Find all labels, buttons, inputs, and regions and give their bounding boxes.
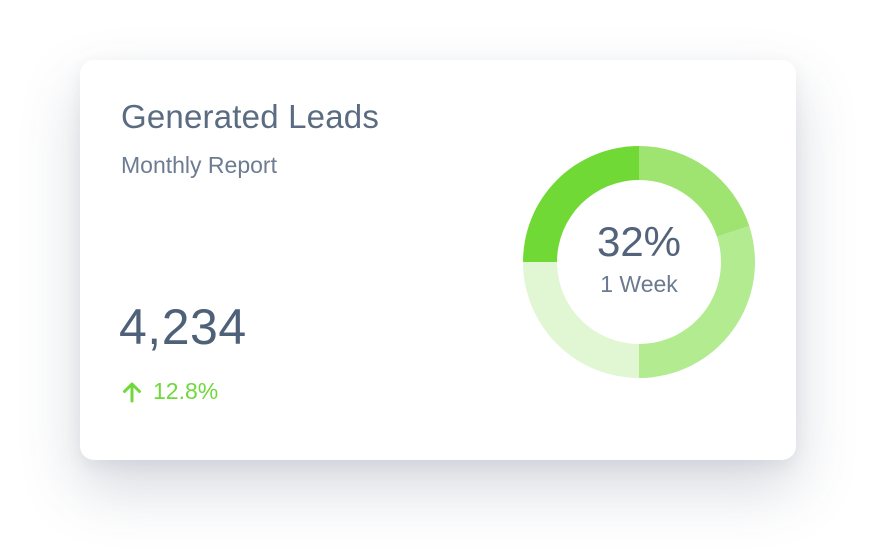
arrow-up-icon [121,381,143,403]
donut-chart: 32% 1 Week [521,144,757,380]
donut-center-label: 1 Week [600,270,678,297]
change-indicator: 12.8% [121,378,218,405]
page-background: Generated Leads Monthly Report 4,234 12.… [0,0,876,560]
total-leads-value: 4,234 [119,299,247,355]
change-value: 12.8% [153,378,219,404]
donut-center: 32% 1 Week [521,144,757,380]
donut-center-value: 32% [596,217,682,265]
leads-card: Generated Leads Monthly Report 4,234 12.… [80,60,796,460]
card-subtitle: Monthly Report [121,152,277,178]
card-title: Generated Leads [121,98,380,135]
